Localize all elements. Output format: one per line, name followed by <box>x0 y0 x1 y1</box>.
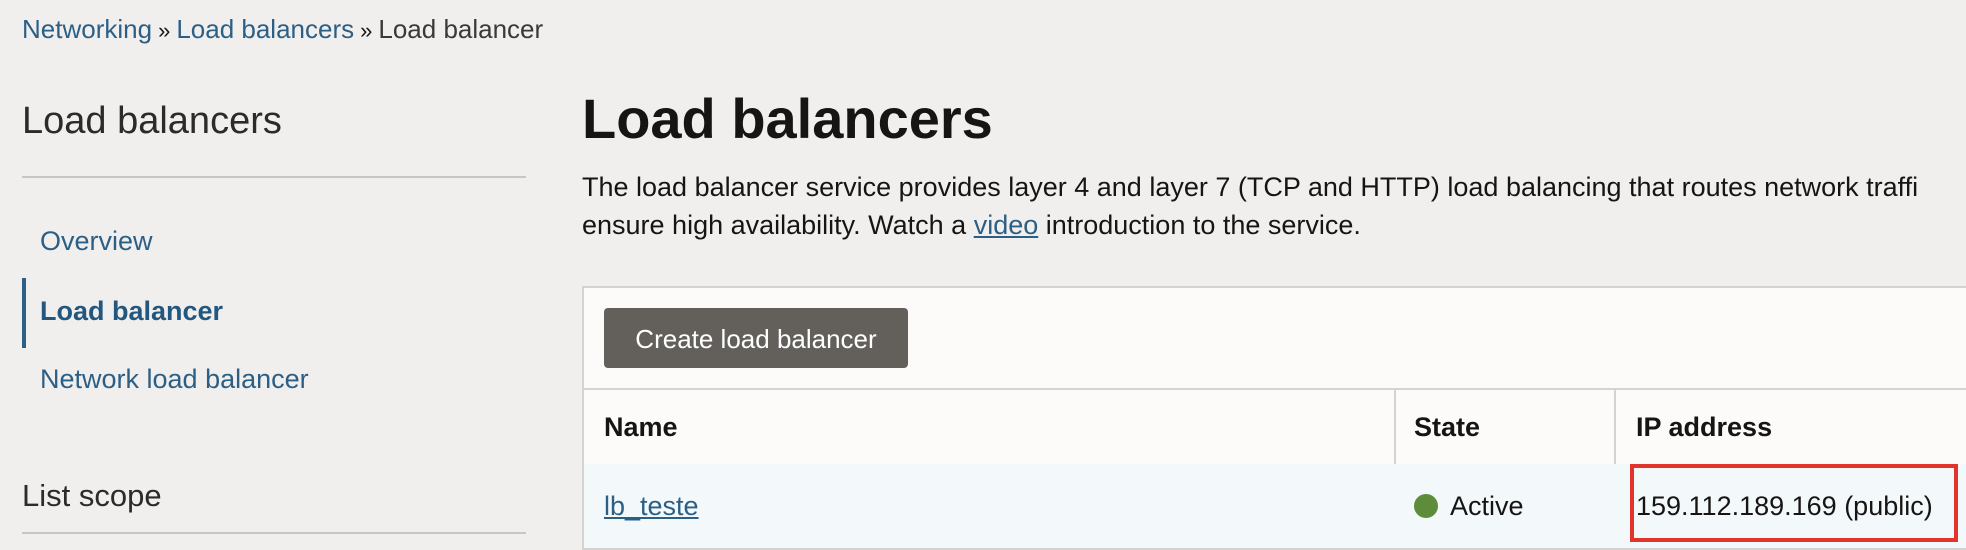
page-description: The load balancer service provides layer… <box>582 168 1966 244</box>
name-cell: lb_teste <box>604 464 699 548</box>
description-line-2: ensure high availability. Watch a video … <box>582 206 1966 244</box>
page-title: Load balancers <box>582 87 993 150</box>
breadcrumb-current: Load balancer <box>378 14 544 44</box>
column-header-ip-address[interactable]: IP address <box>1636 390 1772 464</box>
breadcrumb-separator: » <box>158 18 171 43</box>
create-load-balancer-button[interactable]: Create load balancer <box>604 308 908 368</box>
breadcrumb: Networking» Load balancers» Load balancer <box>22 14 543 45</box>
description-line-1: The load balancer service provides layer… <box>582 172 1919 202</box>
table-row: lb_teste Active 159.112.189.169 (public) <box>584 464 1966 548</box>
state-label: Active <box>1450 491 1524 521</box>
column-header-name[interactable]: Name <box>604 390 678 464</box>
column-header-state[interactable]: State <box>1414 390 1480 464</box>
list-scope-divider <box>22 532 526 534</box>
description-text-suffix: introduction to the service. <box>1038 210 1361 240</box>
list-scope-heading: List scope <box>22 478 162 513</box>
breadcrumb-networking-link[interactable]: Networking <box>22 14 152 44</box>
load-balancers-panel: Create load balancer Name State IP addre… <box>582 286 1966 550</box>
video-link[interactable]: video <box>974 210 1039 240</box>
description-text-prefix: ensure high availability. Watch a <box>582 210 974 240</box>
sidebar-item-network-load-balancer[interactable]: Network load balancer <box>40 364 309 395</box>
sidebar-item-overview[interactable]: Overview <box>40 226 153 257</box>
sidebar-title: Load balancers <box>22 100 282 142</box>
breadcrumb-separator: » <box>360 18 373 43</box>
table-header: Name State IP address <box>584 388 1966 466</box>
sidebar-divider <box>22 176 526 178</box>
column-divider <box>1614 390 1616 464</box>
sidebar-active-indicator <box>22 278 26 348</box>
column-divider <box>1394 390 1396 464</box>
active-status-icon <box>1414 494 1438 518</box>
ip-address-cell: 159.112.189.169 (public) <box>1636 491 1933 521</box>
sidebar-item-load-balancer[interactable]: Load balancer <box>40 296 223 327</box>
breadcrumb-load-balancers-link[interactable]: Load balancers <box>176 14 354 44</box>
state-cell: Active <box>1414 464 1524 548</box>
load-balancer-name-link[interactable]: lb_teste <box>604 491 699 521</box>
